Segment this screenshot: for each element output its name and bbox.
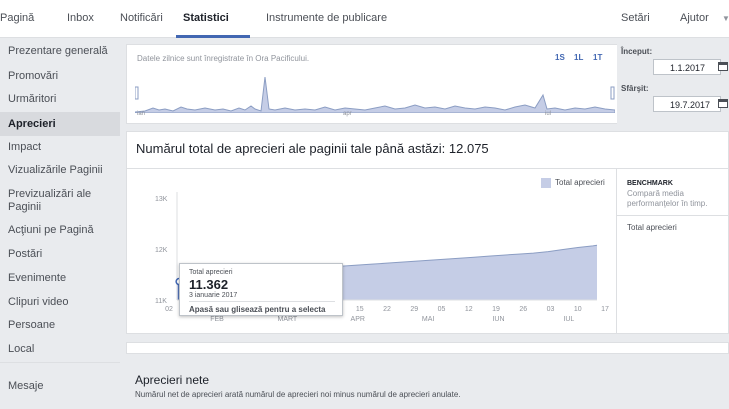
collapsed-card: [126, 342, 729, 354]
sidebar-item-followers[interactable]: Urmăritori: [8, 93, 116, 106]
tab-notifications[interactable]: Notificări: [120, 12, 163, 24]
tab-settings[interactable]: Setări: [621, 12, 650, 24]
sidebar-item-reach[interactable]: Impact: [8, 141, 116, 154]
calendar-icon[interactable]: [718, 99, 728, 108]
benchmark-subtitle: Compară media performanţelor în timp.: [627, 189, 708, 208]
sidebar-item-likes[interactable]: Aprecieri: [8, 118, 116, 131]
chevron-down-icon[interactable]: ▼: [722, 14, 729, 23]
sidebar-item-page-views[interactable]: Vizualizările Paginii: [8, 164, 116, 177]
x-day-tick-label: 03: [547, 306, 555, 313]
tooltip-label: Total aprecieri: [189, 269, 233, 276]
x-day-tick-label: 26: [519, 306, 527, 313]
sidebar-item-promotions[interactable]: Promovări: [8, 70, 116, 83]
top-navigation: Pagină Inbox Notificări Statistici Instr…: [0, 0, 729, 38]
sidebar-item-page-previews[interactable]: Previzualizări ale Paginii: [8, 188, 116, 214]
sidebar: Prezentare generală Promovări Urmăritori…: [0, 38, 120, 409]
legend-swatch: [541, 178, 551, 188]
tab-help[interactable]: Ajutor: [680, 12, 709, 24]
tab-publishing-tools[interactable]: Instrumente de publicare: [266, 12, 387, 24]
page-title: Numărul total de aprecieri ale paginii t…: [136, 141, 489, 156]
tooltip-value: 11.362: [189, 277, 229, 292]
sidebar-item-overview[interactable]: Prezentare generală: [8, 45, 116, 58]
tooltip-date: 3 ianuarie 2017: [189, 292, 238, 299]
timeline-right-handle: [610, 86, 615, 100]
date-range-panel: Început: Sfârşit:: [617, 44, 729, 124]
benchmark-series-item[interactable]: Total aprecieri: [627, 223, 677, 232]
benchmark-divider: [617, 215, 729, 216]
x-day-tick-label: 22: [383, 306, 391, 313]
y-tick-label: 11K: [155, 298, 167, 305]
sidebar-item-posts[interactable]: Postări: [8, 248, 116, 261]
tab-page[interactable]: Pagină: [0, 12, 34, 24]
tab-statistics[interactable]: Statistici: [183, 12, 229, 24]
x-month-tick-label: APR: [351, 316, 365, 323]
x-day-tick-label: 29: [410, 306, 418, 313]
timeline-month-apr: apr: [343, 111, 352, 117]
range-1-week-button[interactable]: 1S: [555, 53, 565, 62]
timeline-mini-chart[interactable]: [135, 75, 615, 113]
sidebar-divider: [0, 362, 120, 363]
timeline-activity-area: [135, 76, 615, 113]
x-day-tick-label: 02: [165, 306, 173, 313]
timeline-month-jan: ian: [137, 111, 146, 117]
chart-tooltip: Total aprecieri 11.362 3 ianuarie 2017 A…: [179, 263, 343, 316]
start-date-input[interactable]: [653, 59, 721, 75]
net-likes-section: Aprecieri nete Numărul net de aprecieri …: [126, 370, 729, 409]
timeline-left-handle: [135, 86, 139, 100]
timeline-card: Datele zilnice sunt înregistrate în Ora …: [126, 44, 623, 124]
x-month-tick-label: IUL: [563, 316, 574, 323]
sidebar-item-videos[interactable]: Clipuri video: [8, 296, 116, 309]
sidebar-item-messages[interactable]: Mesaje: [8, 380, 116, 393]
benchmark-panel: BENCHMARK Compară media performanţelor î…: [616, 168, 729, 334]
timeline-month-jul: iul: [545, 111, 552, 117]
sidebar-item-people[interactable]: Persoane: [8, 319, 116, 332]
timezone-note: Datele zilnice sunt înregistrate în Ora …: [137, 54, 310, 63]
x-month-tick-label: FEB: [210, 316, 224, 323]
sidebar-item-local[interactable]: Local: [8, 343, 116, 356]
calendar-icon[interactable]: [718, 62, 728, 71]
start-date-label: Început:: [621, 47, 653, 56]
tab-inbox[interactable]: Inbox: [67, 12, 94, 24]
benchmark-title: BENCHMARK: [627, 180, 673, 187]
legend-label: Total aprecieri: [555, 178, 605, 187]
x-day-tick-label: 15: [356, 306, 364, 313]
x-month-tick-label: IUN: [492, 316, 504, 323]
tooltip-divider: [189, 301, 335, 302]
sidebar-item-page-actions[interactable]: Acţiuni pe Pagină: [8, 224, 116, 237]
range-1-quarter-button[interactable]: 1T: [593, 53, 602, 62]
x-day-tick-label: 19: [492, 306, 500, 313]
active-tab-indicator: [176, 35, 250, 38]
x-day-tick-label: 05: [438, 306, 446, 313]
tooltip-hint: Apasă sau glisează pentru a selecta: [189, 305, 326, 314]
end-date-input[interactable]: [653, 96, 721, 112]
x-month-tick-label: MART: [278, 316, 298, 323]
section-description: Numărul net de aprecieri arată numărul d…: [135, 390, 461, 399]
x-day-tick-label: 12: [465, 306, 473, 313]
y-tick-label: 12K: [155, 247, 168, 254]
section-title: Aprecieri nete: [135, 373, 210, 387]
x-day-tick-label: 10: [574, 306, 582, 313]
y-tick-label: 13K: [155, 196, 168, 203]
sidebar-item-events[interactable]: Evenimente: [8, 272, 116, 285]
range-1-month-button[interactable]: 1L: [574, 53, 583, 62]
x-day-tick-label: 17: [601, 306, 609, 313]
x-month-tick-label: MAI: [422, 316, 435, 323]
end-date-label: Sfârşit:: [621, 84, 649, 93]
